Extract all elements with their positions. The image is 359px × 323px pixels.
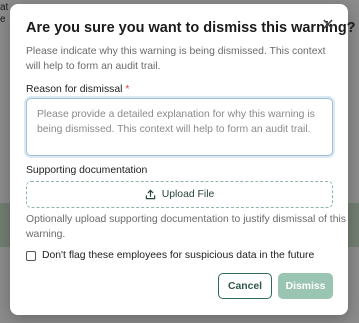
upload-hint: Optionally upload supporting documentati… (26, 214, 346, 240)
reason-label: Reason for dismissal * (26, 84, 129, 95)
upload-file-label: Upload File (161, 189, 215, 200)
upload-icon (145, 189, 156, 200)
dismiss-warning-dialog: Are you sure you want to dismiss this wa… (10, 4, 356, 315)
reason-label-text: Reason for dismissal (26, 84, 123, 95)
dont-flag-option[interactable]: Don't flag these employees for suspiciou… (26, 250, 314, 261)
upload-file-button[interactable]: Upload File (26, 181, 333, 208)
dialog-subtitle: Please indicate why this warning is bein… (26, 46, 326, 72)
dont-flag-label[interactable]: Don't flag these employees for suspiciou… (42, 250, 314, 261)
close-icon[interactable]: ✕ (319, 17, 337, 35)
cancel-button[interactable]: Cancel (218, 273, 272, 299)
reason-textarea[interactable] (26, 98, 333, 156)
dont-flag-checkbox[interactable] (26, 250, 36, 261)
dialog-title: Are you sure you want to dismiss this wa… (26, 20, 356, 36)
dismiss-button[interactable]: Dismiss (278, 273, 333, 299)
supporting-documentation-label: Supporting documentation (26, 165, 148, 176)
required-marker: * (125, 84, 130, 95)
